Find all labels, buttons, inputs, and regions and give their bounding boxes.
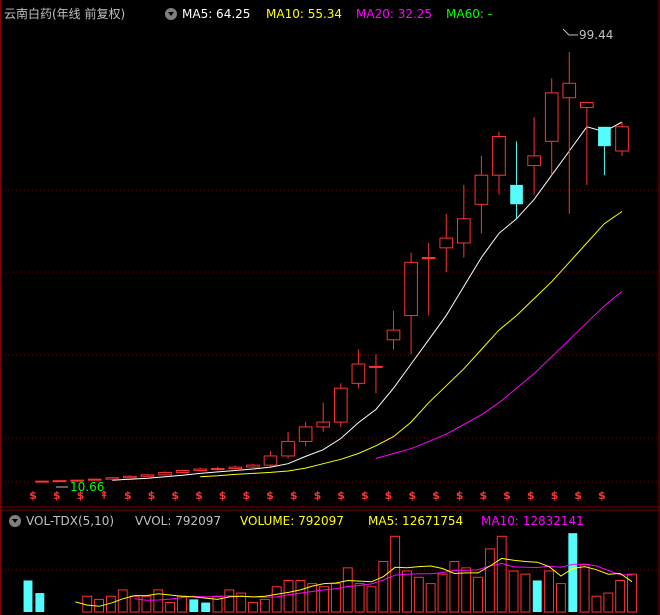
vol-bar-46 [568, 533, 578, 612]
ma60-value: MA60: - [446, 7, 492, 21]
dividend-marker-1: $ [53, 489, 61, 502]
dividend-marker-16: $ [408, 489, 416, 502]
dividend-marker-24: $ [598, 489, 606, 502]
ma5-value: MA5: 64.25 [182, 7, 250, 21]
candle-body [35, 480, 49, 483]
dividend-marker-11: $ [290, 489, 298, 502]
candle-body [210, 468, 225, 471]
vol-ma5-value: MA5: 12671754 [368, 514, 463, 528]
dividend-marker-14: $ [361, 489, 369, 502]
vol-bar-0 [23, 580, 33, 612]
vol-dropdown-icon[interactable] [9, 515, 21, 527]
dividend-marker-15: $ [385, 489, 393, 502]
ma10-value: MA10: 55.34 [266, 7, 342, 21]
dividend-marker-8: $ [219, 489, 227, 502]
dividend-marker-4: $ [124, 489, 132, 502]
dividend-marker-9: $ [242, 489, 250, 502]
vol-bar-1 [35, 593, 45, 612]
candle-body [510, 184, 523, 205]
dividend-marker-5: $ [148, 489, 156, 502]
vol-bar-14 [189, 599, 199, 612]
chart-title: 云南白药(年线 前复权) [4, 6, 125, 21]
candle-body [421, 257, 436, 259]
dividend-marker-21: $ [527, 489, 535, 502]
candle-body [52, 480, 67, 483]
dividend-marker-7: $ [195, 489, 203, 502]
dividend-marker-6: $ [171, 489, 179, 502]
dividend-marker-20: $ [503, 489, 511, 502]
volume-value: VOLUME: 792097 [240, 514, 344, 528]
header-dropdown-icon[interactable] [165, 8, 177, 20]
vol-ma10-value: MA10: 12832141 [481, 514, 584, 528]
vol-bar-15 [201, 602, 211, 612]
kline-chart: $ $ $ ↟ $ $ $ $ $ $ $ $ $ $ $ $ $ $ $ $ $ $ $ $ $ 云南白药(年线 前复权) M… [0, 0, 660, 615]
candle-body [369, 365, 383, 368]
dividend-marker-12: $ [314, 489, 322, 502]
vol-bar-43 [532, 580, 542, 612]
vol-title: VOL-TDX(5,10) [26, 514, 114, 528]
dividend-marker-0: $ [29, 489, 37, 502]
dividend-marker-17: $ [432, 489, 440, 502]
dividend-marker-18: $ [456, 489, 464, 502]
candle-1 [52, 480, 67, 483]
vvol-value: VVOL: 792097 [135, 514, 221, 528]
dividend-marker-10: $ [266, 489, 274, 502]
candle-0 [35, 480, 49, 483]
dividend-marker-23: $ [574, 489, 582, 502]
high-label: 99.44 [579, 28, 613, 42]
dividend-marker-19: $ [479, 489, 487, 502]
dividend-marker-13: $ [337, 489, 345, 502]
candle-body [598, 126, 611, 147]
ma20-value: MA20: 32.25 [356, 7, 432, 21]
low-label: 10.66 [70, 480, 104, 494]
dividend-marker-22: $ [551, 489, 559, 502]
